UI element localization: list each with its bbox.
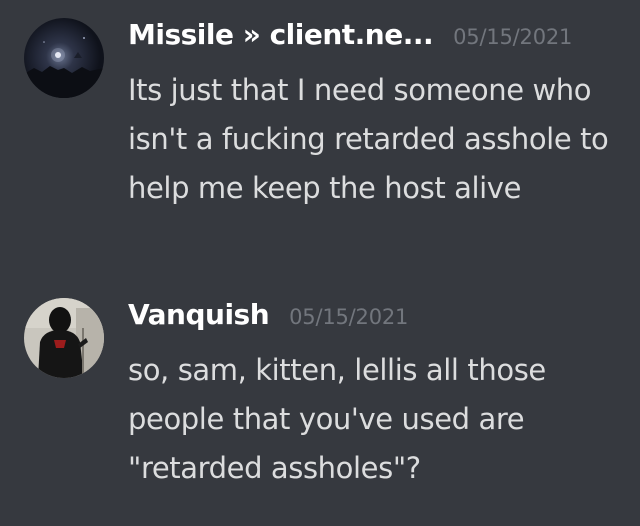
hooded-figure-avatar-icon[interactable] [24, 298, 104, 378]
night-sky-avatar-icon[interactable] [24, 18, 104, 98]
username[interactable]: Vanquish [128, 298, 270, 331]
username[interactable]: Missile » client.ne... [128, 18, 434, 51]
timestamp: 05/15/2021 [289, 305, 409, 329]
message-content: Vanquish 05/15/2021 so, sam, kitten, lel… [128, 298, 628, 493]
message-header: Missile » client.ne... 05/15/2021 [128, 18, 628, 70]
message-text: Its just that I need someone who isn't a… [128, 73, 609, 205]
message-content: Missile » client.ne... 05/15/2021 Its ju… [128, 18, 628, 213]
message-header: Vanquish 05/15/2021 [128, 298, 628, 350]
message-text: so, sam, kitten, lellis all those people… [128, 353, 546, 485]
timestamp: 05/15/2021 [453, 25, 573, 49]
